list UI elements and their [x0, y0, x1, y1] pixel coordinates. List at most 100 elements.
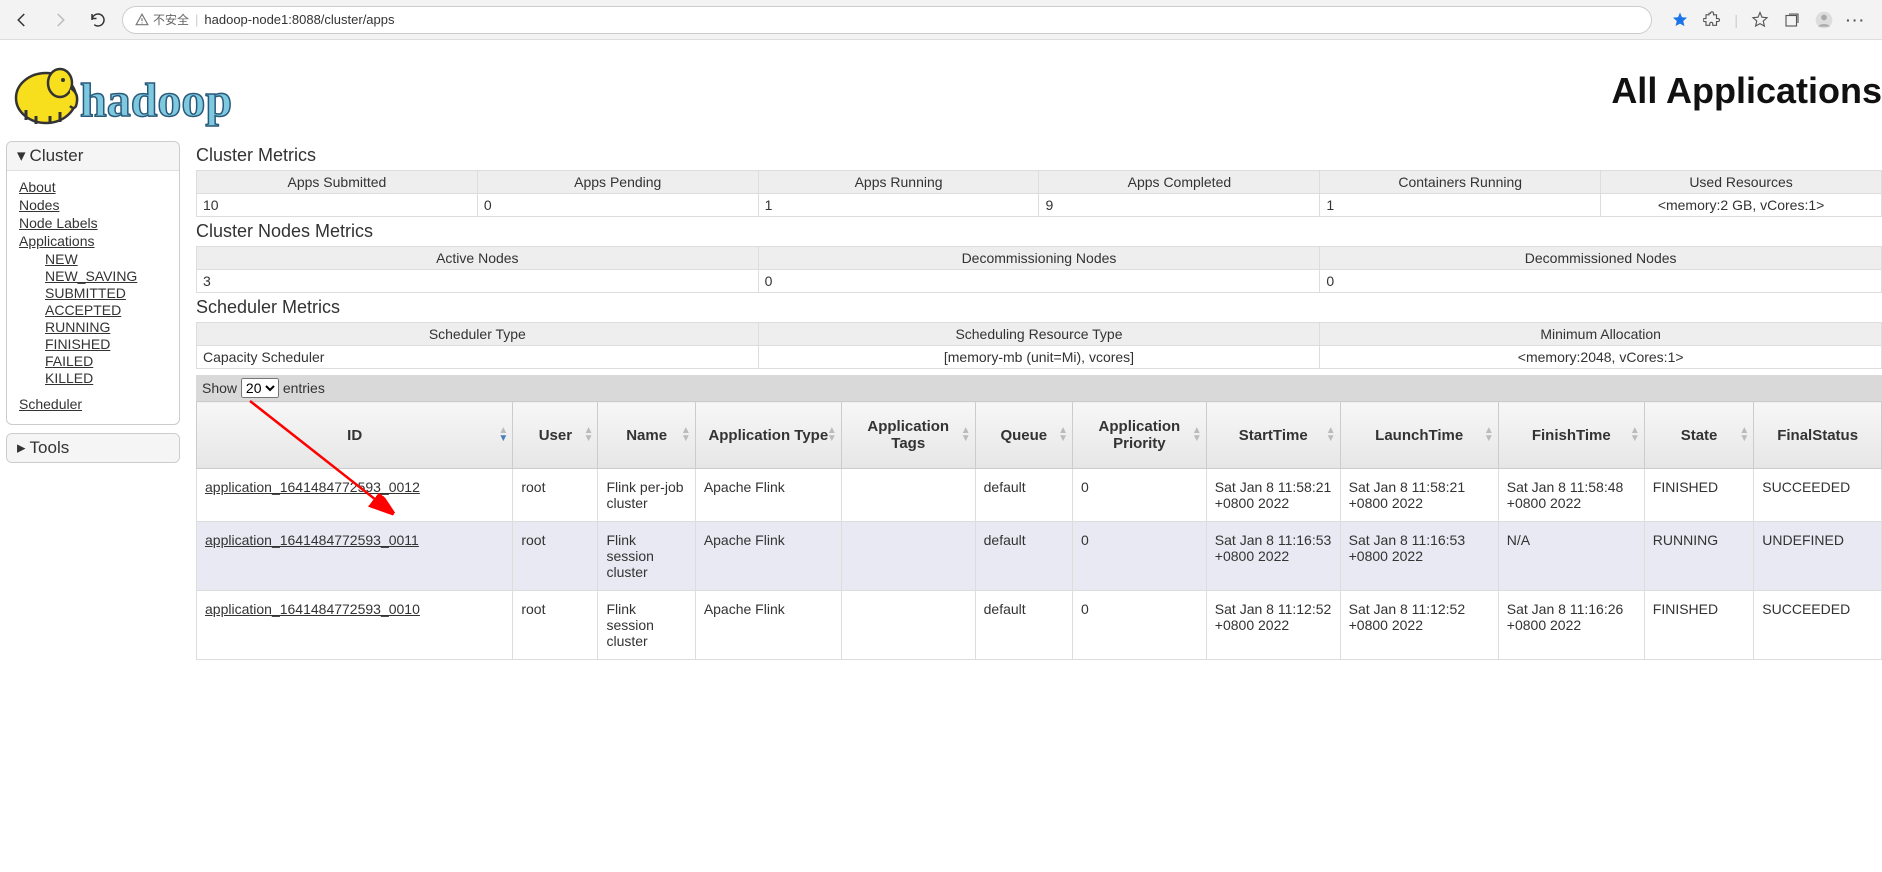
th-finish[interactable]: FinishTime▲▼: [1498, 402, 1644, 469]
th-id[interactable]: ID▲▼: [197, 402, 513, 469]
entries-select[interactable]: 20: [241, 378, 279, 398]
td-containers-running: 1: [1320, 194, 1601, 217]
th-used-resources[interactable]: Used Resources: [1601, 171, 1882, 194]
th-active-nodes[interactable]: Active Nodes: [197, 247, 759, 270]
sidebar-link-node-labels[interactable]: Node Labels: [19, 215, 167, 231]
decommissioned-link[interactable]: 0: [1326, 273, 1334, 289]
sidebar-tools-header[interactable]: ▸ Tools: [7, 434, 179, 462]
nodes-metrics-heading: Cluster Nodes Metrics: [196, 221, 1882, 242]
app-id-link[interactable]: application_1641484772593_0010: [205, 601, 420, 617]
page-header: hadoop All Applications: [0, 40, 1882, 141]
sidebar-link-killed[interactable]: KILLED: [45, 370, 167, 386]
cell-priority: 0: [1072, 522, 1206, 591]
th-resource-type[interactable]: Scheduling Resource Type: [758, 323, 1320, 346]
insecure-label: 不安全: [153, 11, 189, 28]
td-used-resources: <memory:2 GB, vCores:1>: [1601, 194, 1882, 217]
sidebar-link-nodes[interactable]: Nodes: [19, 197, 167, 213]
th-scheduler-type[interactable]: Scheduler Type: [197, 323, 759, 346]
cell-launch: Sat Jan 8 11:58:21 +0800 2022: [1340, 469, 1498, 522]
sidebar-link-failed[interactable]: FAILED: [45, 353, 167, 369]
back-button[interactable]: [8, 6, 36, 34]
th-apps-pending[interactable]: Apps Pending: [477, 171, 758, 194]
td-decommissioned: 0: [1320, 270, 1882, 293]
decommissioning-link[interactable]: 0: [765, 273, 773, 289]
sidebar-link-submitted[interactable]: SUBMITTED: [45, 285, 167, 301]
sidebar: ▾ Cluster About Nodes Node Labels Applic…: [0, 141, 180, 660]
td-resource-type: [memory-mb (unit=Mi), vcores]: [758, 346, 1320, 369]
address-bar[interactable]: 不安全 | hadoop-node1:8088/cluster/apps: [122, 6, 1652, 34]
th-containers-running[interactable]: Containers Running: [1320, 171, 1601, 194]
app-id-link[interactable]: application_1641484772593_0012: [205, 479, 420, 495]
th-name[interactable]: Name▲▼: [598, 402, 695, 469]
th-apps-completed[interactable]: Apps Completed: [1039, 171, 1320, 194]
sidebar-link-about[interactable]: About: [19, 179, 167, 195]
cell-queue: default: [975, 522, 1072, 591]
sidebar-link-applications[interactable]: Applications: [19, 233, 167, 249]
hadoop-logo: hadoop: [8, 48, 308, 133]
sidebar-link-finished[interactable]: FINISHED: [45, 336, 167, 352]
th-start[interactable]: StartTime▲▼: [1206, 402, 1340, 469]
sidebar-link-accepted[interactable]: ACCEPTED: [45, 302, 167, 318]
cell-queue: default: [975, 591, 1072, 660]
favorites-icon[interactable]: [1750, 10, 1770, 30]
th-app-type[interactable]: Application Type▲▼: [695, 402, 841, 469]
th-priority[interactable]: Application Priority▲▼: [1072, 402, 1206, 469]
cell-state: RUNNING: [1644, 522, 1754, 591]
bookmark-icon[interactable]: [1670, 10, 1690, 30]
refresh-button[interactable]: [84, 6, 112, 34]
cell-finish: N/A: [1498, 522, 1644, 591]
page-title: All Applications: [1611, 70, 1882, 112]
td-active-nodes: 3: [197, 270, 759, 293]
table-row: application_1641484772593_0011rootFlink …: [197, 522, 1882, 591]
sidebar-link-new[interactable]: NEW: [45, 251, 167, 267]
th-apps-running[interactable]: Apps Running: [758, 171, 1039, 194]
th-decommissioning[interactable]: Decommissioning Nodes: [758, 247, 1320, 270]
td-min-allocation: <memory:2048, vCores:1>: [1320, 346, 1882, 369]
sidebar-link-new-saving[interactable]: NEW_SAVING: [45, 268, 167, 284]
cell-queue: default: [975, 469, 1072, 522]
table-row: application_1641484772593_0012rootFlink …: [197, 469, 1882, 522]
app-id-link[interactable]: application_1641484772593_0011: [205, 532, 419, 548]
browser-actions: | ···: [1662, 10, 1874, 30]
cell-start: Sat Jan 8 11:16:53 +0800 2022: [1206, 522, 1340, 591]
cell-state: FINISHED: [1644, 591, 1754, 660]
td-decommissioning: 0: [758, 270, 1320, 293]
entries-label: entries: [283, 380, 325, 396]
th-app-tags[interactable]: Application Tags▲▼: [841, 402, 975, 469]
svg-text:hadoop: hadoop: [80, 74, 232, 127]
td-apps-completed: 9: [1039, 194, 1320, 217]
extension-icon[interactable]: [1702, 10, 1722, 30]
cell-name: Flink per-job cluster: [598, 469, 695, 522]
cluster-metrics-table: Apps Submitted Apps Pending Apps Running…: [196, 170, 1882, 217]
cell-tags: [841, 469, 975, 522]
cell-user: root: [513, 591, 598, 660]
cell-tags: [841, 522, 975, 591]
main-content: Cluster Metrics Apps Submitted Apps Pend…: [180, 141, 1882, 660]
th-state[interactable]: State▲▼: [1644, 402, 1754, 469]
sidebar-cluster-header[interactable]: ▾ Cluster: [7, 142, 179, 171]
profile-icon[interactable]: [1814, 10, 1834, 30]
th-queue[interactable]: Queue▲▼: [975, 402, 1072, 469]
cell-final: SUCCEEDED: [1754, 591, 1882, 660]
cell-finish: Sat Jan 8 11:58:48 +0800 2022: [1498, 469, 1644, 522]
th-apps-submitted[interactable]: Apps Submitted: [197, 171, 478, 194]
forward-button[interactable]: [46, 6, 74, 34]
th-decommissioned[interactable]: Decommissioned Nodes: [1320, 247, 1882, 270]
cell-launch: Sat Jan 8 11:12:52 +0800 2022: [1340, 591, 1498, 660]
collections-icon[interactable]: [1782, 10, 1802, 30]
sidebar-link-running[interactable]: RUNNING: [45, 319, 167, 335]
th-final[interactable]: FinalStatus: [1754, 402, 1882, 469]
th-user[interactable]: User▲▼: [513, 402, 598, 469]
th-min-allocation[interactable]: Minimum Allocation: [1320, 323, 1882, 346]
th-launch[interactable]: LaunchTime▲▼: [1340, 402, 1498, 469]
scheduler-metrics-table: Scheduler Type Scheduling Resource Type …: [196, 322, 1882, 369]
table-row: application_1641484772593_0010rootFlink …: [197, 591, 1882, 660]
menu-icon[interactable]: ···: [1846, 10, 1866, 30]
cell-tags: [841, 591, 975, 660]
sidebar-link-scheduler[interactable]: Scheduler: [19, 396, 167, 412]
browser-toolbar: 不安全 | hadoop-node1:8088/cluster/apps | ·…: [0, 0, 1882, 40]
td-apps-submitted: 10: [197, 194, 478, 217]
cell-start: Sat Jan 8 11:12:52 +0800 2022: [1206, 591, 1340, 660]
applications-table: ID▲▼ User▲▼ Name▲▼ Application Type▲▼ Ap…: [196, 401, 1882, 660]
active-nodes-link[interactable]: 3: [203, 273, 211, 289]
